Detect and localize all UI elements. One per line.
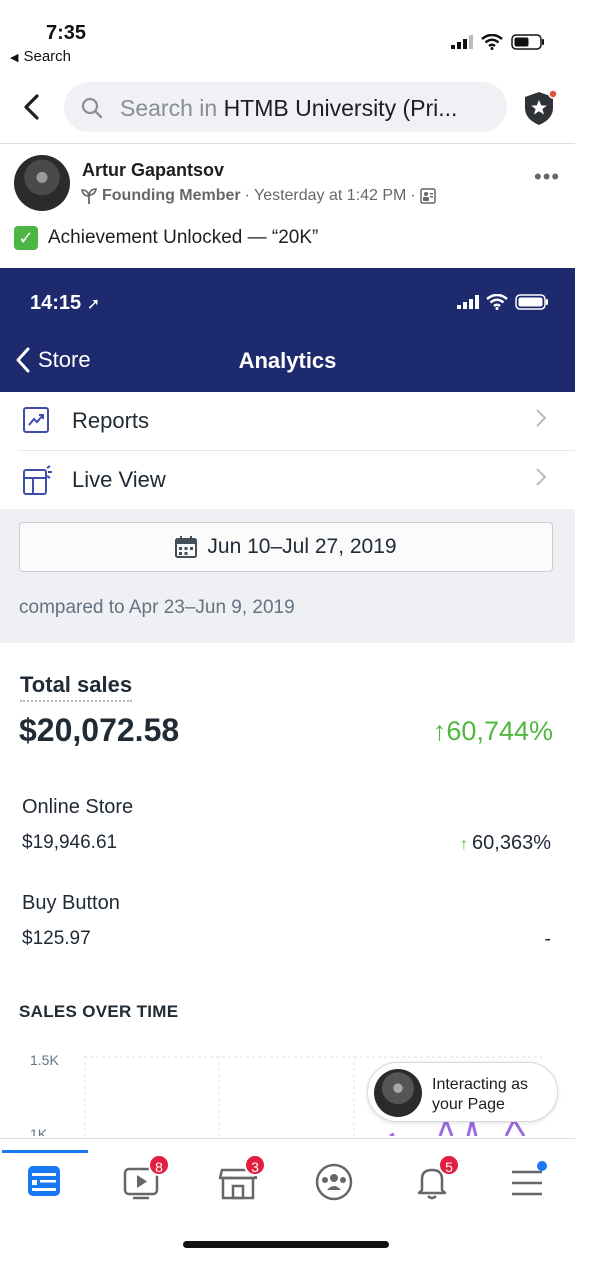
wifi-icon — [481, 34, 503, 50]
screenshot-battery-icon — [515, 294, 548, 310]
post-header: Artur Gapantsov Founding Member · Yester… — [0, 150, 575, 220]
online-store-label: Online Store — [22, 796, 134, 818]
chevron-right-icon — [536, 409, 547, 427]
post-author[interactable]: Artur Gapantsov — [82, 160, 224, 181]
tab-menu[interactable] — [508, 1160, 552, 1204]
signal-icon — [451, 35, 473, 49]
sales-over-time-title: SALES OVER TIME — [19, 1002, 179, 1021]
total-sales-change: ↑60,744% — [433, 716, 553, 747]
watch-badge: 8 — [148, 1154, 170, 1176]
screenshot-time: 14:15 ➚ — [30, 292, 100, 315]
date-range-label: Jun 10–Jul 27, 2019 — [207, 535, 397, 558]
tab-groups[interactable] — [312, 1160, 356, 1204]
compared-range: compared to Apr 23–Jun 9, 2019 — [19, 597, 295, 618]
buy-button-change: - — [544, 928, 551, 950]
online-store-change-value: 60,363% — [472, 832, 551, 854]
search-input[interactable]: Search in HTMB University (Pri... — [64, 82, 507, 132]
group-members-icon — [419, 188, 436, 204]
bottom-tab-bar — [0, 1138, 575, 1208]
y-tick-1k: 1K — [30, 1126, 48, 1136]
post-meta: Founding Member · Yesterday at 1:42 PM · — [80, 187, 436, 205]
battery-icon — [511, 34, 544, 50]
admin-shield-icon[interactable] — [523, 88, 559, 128]
menu-label-live-view: Live View — [72, 467, 166, 492]
post-text: ✓ Achievement Unlocked — “20K” — [14, 226, 318, 250]
location-arrow-icon: ➚ — [86, 296, 101, 313]
store-back-button[interactable]: Store — [14, 346, 91, 374]
back-triangle-icon: ◀ — [10, 52, 19, 64]
store-back-label: Store — [38, 347, 91, 372]
up-arrow-icon: ↑ — [432, 716, 447, 746]
member-badge: Founding Member — [102, 187, 241, 204]
live-view-icon — [23, 465, 52, 495]
chevron-right-icon — [536, 468, 547, 486]
news-feed-icon — [28, 1166, 60, 1196]
reports-icon — [23, 407, 49, 433]
marketplace-badge: 3 — [244, 1154, 266, 1176]
online-store-change: ↑ 60,363% — [460, 832, 551, 855]
interacting-line-1: Interacting as — [432, 1076, 529, 1093]
total-sales-label[interactable]: Total sales — [20, 672, 133, 702]
author-avatar[interactable] — [14, 155, 70, 211]
meta-separator-2: · — [410, 187, 416, 204]
date-range-button[interactable]: Jun 10–Jul 27, 2019 — [19, 522, 553, 572]
search-prefix: Search in — [120, 95, 224, 121]
status-bar: 7:35 ◀ Search — [0, 0, 575, 72]
date-panel: Jun 10–Jul 27, 2019 compared to Apr 23–J… — [0, 509, 575, 643]
page-avatar — [374, 1069, 422, 1117]
tab-notifications[interactable]: 5 — [410, 1154, 460, 1204]
screenshot-wifi-icon — [486, 294, 508, 310]
total-sales-change-value: 60,744% — [446, 716, 553, 746]
buy-button-value: $125.97 — [22, 928, 91, 949]
menu-label-reports: Reports — [72, 408, 150, 433]
header-divider — [0, 143, 575, 144]
search-group-name: HTMB University (Pri... — [223, 95, 458, 121]
interacting-text: Interacting as your Page — [432, 1075, 528, 1115]
post-timestamp[interactable]: Yesterday at 1:42 PM — [254, 187, 406, 205]
search-icon — [81, 97, 103, 119]
analytics-screenshot[interactable]: 14:15 ➚ Analytics Store Reports Live Vie… — [0, 268, 575, 1136]
interacting-line-2: your Page — [432, 1096, 505, 1113]
notifications-badge: 5 — [438, 1154, 460, 1176]
search-placeholder: Search in HTMB University (Pri... — [120, 95, 457, 122]
screenshot-status-icons — [457, 294, 549, 310]
store-back-chevron-icon — [16, 347, 30, 373]
more-options-icon[interactable]: ••• — [534, 164, 560, 190]
screenshot-signal-icon — [457, 295, 479, 309]
buy-button-label: Buy Button — [22, 892, 120, 914]
calendar-icon — [175, 536, 198, 558]
screenshot-time-value: 14:15 — [30, 292, 82, 314]
online-store-value: $19,946.61 — [22, 832, 118, 853]
search-header: Search in HTMB University (Pri... — [0, 78, 575, 140]
back-arrow-icon[interactable] — [20, 92, 44, 122]
tab-news-feed[interactable] — [22, 1160, 66, 1204]
y-tick-1-5k: 1.5K — [30, 1052, 59, 1068]
up-arrow-icon: ↑ — [460, 836, 469, 853]
check-mark-icon: ✓ — [14, 226, 38, 250]
menu-item-reports[interactable]: Reports — [0, 392, 575, 450]
home-indicator[interactable] — [183, 1241, 389, 1248]
status-icons — [451, 34, 545, 50]
status-time: 7:35 — [46, 22, 87, 44]
post-body: Achievement Unlocked — “20K” — [48, 227, 319, 248]
menu-item-live-view[interactable]: Live View — [0, 451, 575, 509]
total-sales-value: $20,072.58 — [19, 712, 180, 748]
hamburger-menu-icon — [512, 1161, 547, 1196]
status-back-link[interactable]: ◀ Search — [10, 48, 71, 65]
meta-separator: · — [244, 187, 250, 204]
active-tab-indicator — [2, 1150, 88, 1153]
tab-watch[interactable]: 8 — [120, 1154, 170, 1204]
status-back-label: Search — [23, 48, 71, 65]
founding-member-sprout-icon — [81, 188, 97, 204]
interacting-as-page-pill[interactable]: Interacting as your Page — [367, 1062, 558, 1122]
tab-marketplace[interactable]: 3 — [216, 1154, 266, 1204]
groups-icon — [315, 1163, 353, 1201]
analytics-nav-bar: 14:15 ➚ Analytics Store — [0, 268, 575, 392]
